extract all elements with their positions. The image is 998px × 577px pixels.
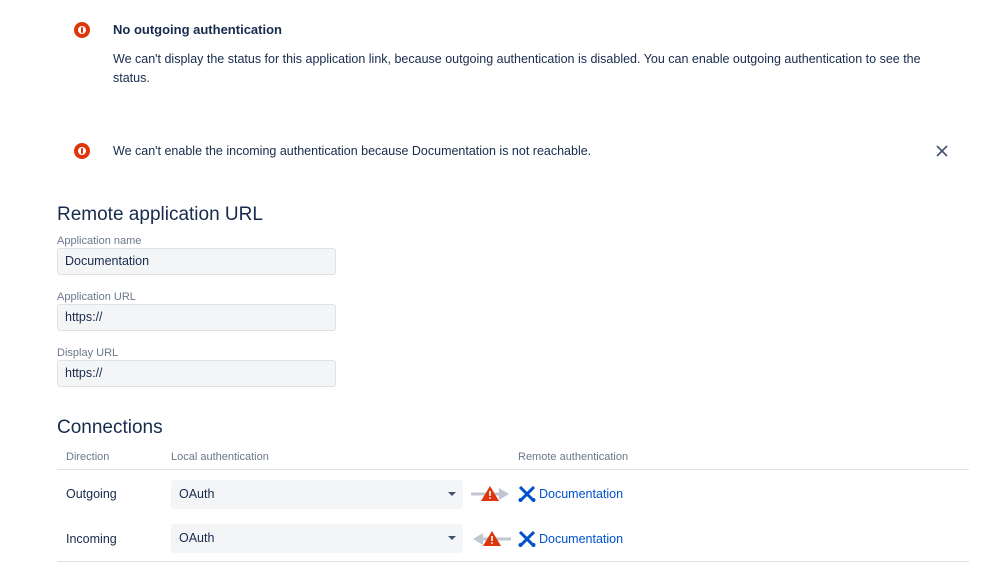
chevron-down-icon — [448, 536, 456, 540]
remote-app-name: Documentation — [539, 487, 624, 501]
chevron-down-icon — [448, 492, 456, 496]
direction-cell: Incoming — [66, 532, 117, 546]
message-title: No outgoing authentication — [113, 22, 282, 37]
local-auth-select-outgoing[interactable]: OAuth — [171, 480, 463, 509]
error-icon — [74, 22, 90, 38]
direction-cell: Outgoing — [66, 487, 117, 501]
application-link-page: No outgoing authentication We can't disp… — [0, 0, 998, 577]
column-header-remote-auth: Remote authentication — [518, 451, 629, 463]
local-auth-select-incoming[interactable]: OAuth — [171, 524, 463, 553]
application-link-icon — [518, 531, 536, 547]
display-url-field[interactable]: https:// — [57, 360, 336, 387]
application-link-icon — [518, 486, 536, 502]
app-url-field[interactable]: https:// — [57, 304, 336, 331]
connections-heading: Connections — [57, 417, 163, 438]
message-text: We can't enable the incoming authenticat… — [113, 144, 592, 158]
remote-app-link-incoming[interactable]: Documentation — [518, 531, 623, 547]
left-arrow-warning-icon — [473, 531, 511, 546]
select-value: OAuth — [179, 487, 215, 501]
column-header-local-auth: Local authentication — [171, 451, 269, 463]
select-value: OAuth — [179, 531, 215, 545]
error-icon — [74, 143, 90, 159]
table-bottom-divider — [57, 561, 969, 562]
display-url-label: Display URL — [57, 347, 119, 359]
message-body: We can't display the status for this app… — [113, 52, 921, 85]
remote-app-name: Documentation — [539, 532, 624, 546]
app-name-field[interactable]: Documentation — [57, 248, 336, 275]
remote-app-link-outgoing[interactable]: Documentation — [518, 486, 623, 502]
remote-app-heading: Remote application URL — [57, 204, 263, 225]
table-header-divider — [57, 469, 969, 470]
close-icon[interactable] — [934, 143, 950, 159]
app-name-label: Application name — [57, 235, 142, 247]
right-arrow-warning-icon — [471, 486, 509, 501]
column-header-direction: Direction — [66, 451, 110, 463]
app-url-label: Application URL — [57, 291, 136, 303]
